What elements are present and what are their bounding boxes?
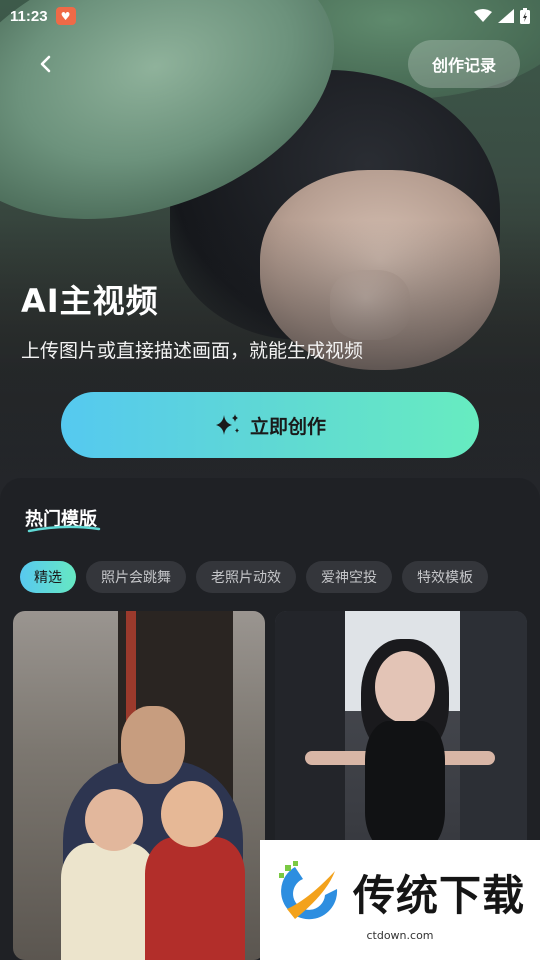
wifi-icon: [474, 9, 492, 22]
card-image-boy-head: [161, 781, 223, 847]
status-time: 11:23: [10, 7, 48, 25]
category-tabs: 精选 照片会跳舞 老照片动效 爱神空投 特效模板: [20, 561, 488, 593]
battery-icon: [520, 8, 530, 24]
tab-effect-templates[interactable]: 特效模板: [402, 561, 488, 593]
tab-cupid-drop[interactable]: 爱神空投: [306, 561, 392, 593]
tab-dancing-photo[interactable]: 照片会跳舞: [86, 561, 186, 593]
sparkle-icon: [215, 414, 239, 435]
page-subtitle: 上传图片或直接描述画面，就能生成视频: [21, 340, 364, 362]
page-title: AI主视频: [21, 282, 159, 320]
chevron-left-icon: [40, 55, 51, 73]
card-image-boy-body: [145, 837, 245, 960]
signal-icon: [498, 9, 514, 23]
creation-record-button[interactable]: 创作记录: [408, 40, 520, 88]
card-image-girl-head: [85, 789, 143, 851]
status-icons: [474, 8, 530, 24]
notification-app-icon: ♥: [55, 7, 76, 25]
back-button[interactable]: [22, 40, 70, 88]
status-bar: 11:23 ♥: [0, 0, 540, 32]
card-image-girl-body: [61, 843, 157, 960]
tab-old-photo-animation[interactable]: 老照片动效: [196, 561, 296, 593]
create-now-button[interactable]: 立即创作: [61, 392, 479, 458]
card-image-grandpa-head: [121, 706, 185, 784]
create-now-label: 立即创作: [249, 415, 326, 438]
watermark-overlay: 传统下载 ctdown.com: [260, 840, 540, 960]
tab-featured[interactable]: 精选: [20, 561, 76, 593]
watermark-logo-icon: [278, 860, 338, 919]
watermark-url: ctdown.com: [366, 928, 434, 942]
card-image-face: [375, 651, 435, 723]
card-image-outfit: [365, 721, 445, 851]
title-underline: [27, 525, 101, 533]
watermark-title: 传统下载: [352, 871, 525, 920]
template-card-old-photo[interactable]: [13, 611, 265, 960]
